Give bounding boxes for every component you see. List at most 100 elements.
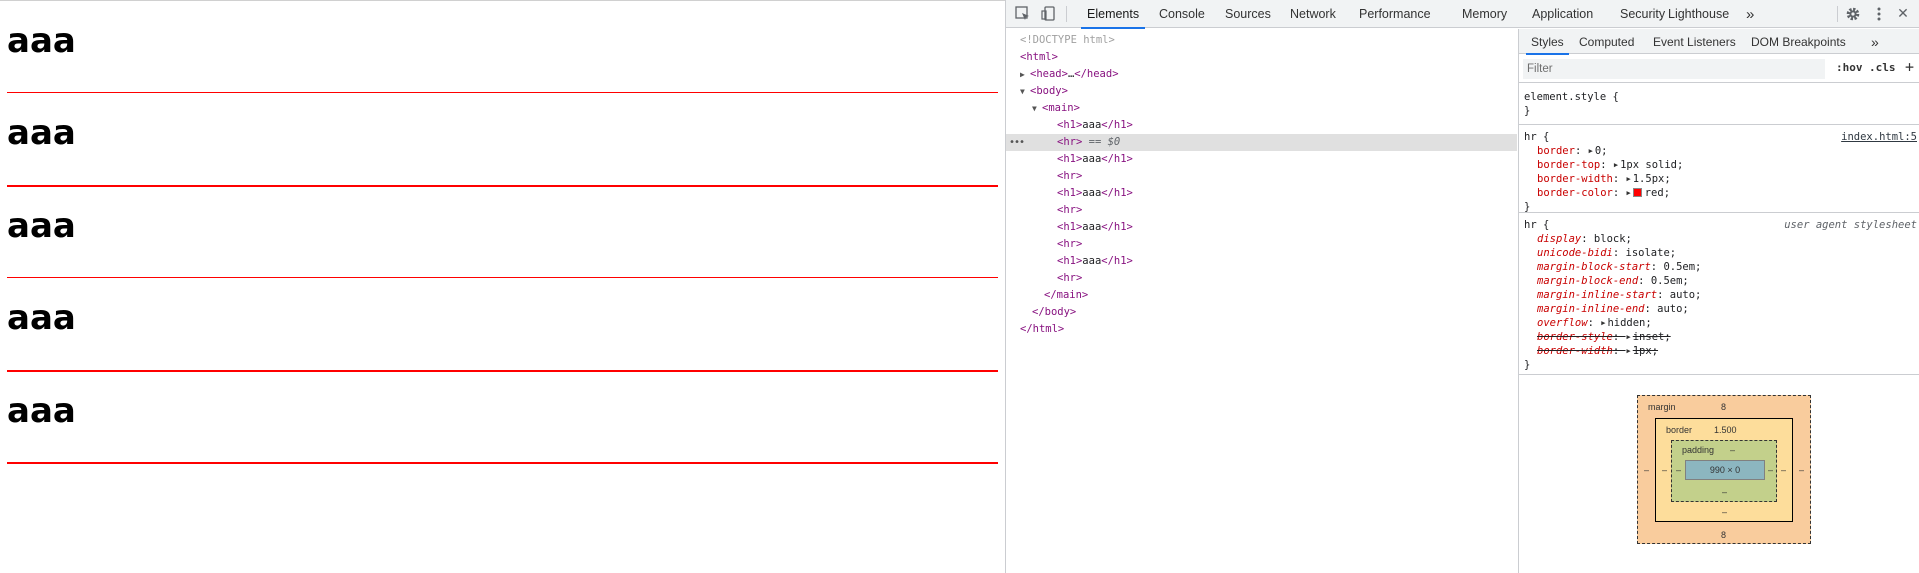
tab-performance[interactable]: Performance [1359, 0, 1431, 28]
tab-security[interactable]: Security [1620, 0, 1665, 28]
tab-elements[interactable]: Elements [1080, 0, 1146, 29]
declaration: overflow: ▶ hidden; [1537, 316, 1652, 330]
box-model-content[interactable]: 990 × 0 [1685, 460, 1765, 480]
selected-equals: == [1088, 136, 1102, 148]
tree-node-main-close[interactable]: </main> [1006, 287, 1517, 304]
tree-node-main[interactable]: ▼ <main> [1006, 100, 1517, 117]
tree-node-hr[interactable]: <hr> [1006, 270, 1517, 287]
property-value: 1px; [1632, 345, 1659, 357]
hr-tag: <hr> [1057, 136, 1083, 148]
box-model-padding[interactable]: padding – – – – 990 × 0 [1671, 440, 1777, 502]
tab-dom-breakpoints[interactable]: DOM Breakpoints [1751, 29, 1846, 54]
tab-event-listeners[interactable]: Event Listeners [1653, 29, 1736, 54]
class-toggle-button[interactable]: .cls [1869, 61, 1896, 74]
box-model-border[interactable]: border 1.500 – – – padding – – – – 990 ×… [1655, 418, 1793, 522]
padding-left-value[interactable]: – [1676, 465, 1681, 475]
margin-bottom-value[interactable]: 8 [1721, 530, 1726, 540]
h1-text: aaa [1082, 221, 1102, 233]
tree-node-h1[interactable]: <h1>aaa</h1> [1006, 117, 1517, 134]
collapse-triangle-icon[interactable]: ▼ [1032, 100, 1042, 117]
tree-node-h1[interactable]: <h1>aaa</h1> [1006, 151, 1517, 168]
padding-top-value[interactable]: – [1730, 445, 1735, 455]
margin-right-value[interactable]: – [1799, 465, 1804, 475]
tab-network[interactable]: Network [1290, 0, 1336, 28]
device-toolbar-icon[interactable] [1040, 5, 1058, 23]
tab-memory[interactable]: Memory [1462, 0, 1507, 28]
box-model-margin[interactable]: margin 8 8 – – border 1.500 – – – paddin… [1637, 395, 1811, 544]
expand-triangle-icon[interactable]: ▶ [1020, 66, 1030, 83]
tree-node-hr[interactable]: <hr> [1006, 236, 1517, 253]
padding-bottom-value[interactable]: – [1722, 487, 1727, 497]
rule-selector[interactable]: hr { [1524, 130, 1549, 144]
expand-triangle-icon[interactable]: ▶ [1627, 172, 1631, 186]
body-close-tag: </body> [1032, 306, 1077, 318]
declaration: margin-inline-start: auto; [1537, 289, 1702, 301]
h1-open-tag: <h1> [1057, 255, 1083, 267]
tree-node-h1[interactable]: <h1>aaa</h1> [1006, 253, 1517, 270]
property-value: auto; [1669, 289, 1702, 301]
expand-triangle-icon[interactable]: ▶ [1627, 186, 1631, 200]
tree-node-html-close[interactable]: </html> [1006, 321, 1517, 338]
tree-node-h1[interactable]: <h1>aaa</h1> [1006, 185, 1517, 202]
tab-lighthouse[interactable]: Lighthouse [1668, 0, 1729, 28]
tree-node-doctype[interactable]: <!DOCTYPE html> [1006, 32, 1517, 49]
declaration[interactable]: border-color: ▶ red; [1537, 186, 1670, 200]
expand-triangle-icon[interactable]: ▶ [1627, 344, 1631, 358]
rule-close-brace: } [1524, 105, 1531, 117]
border-top-value[interactable]: 1.500 [1714, 425, 1737, 435]
collapse-triangle-icon[interactable]: ▼ [1020, 83, 1030, 100]
declaration[interactable]: border-width: ▶ 1.5px; [1537, 172, 1671, 186]
tree-node-hr[interactable]: <hr> [1006, 168, 1517, 185]
styles-filter-bar: :hov .cls + [1519, 55, 1919, 83]
tree-node-hr-selected[interactable]: ••• <hr> == $0 [1006, 134, 1517, 151]
tab-computed[interactable]: Computed [1579, 29, 1634, 54]
color-swatch-icon[interactable] [1632, 188, 1642, 197]
preview-heading: aaa [7, 298, 76, 338]
expand-triangle-icon[interactable]: ▶ [1589, 144, 1593, 158]
rule-selector[interactable]: element.style { [1524, 90, 1619, 104]
margin-left-value[interactable]: – [1644, 465, 1649, 475]
property-name: border-style [1537, 331, 1613, 343]
expand-triangle-icon[interactable]: ▶ [1614, 158, 1618, 172]
preview-block: aaa [0, 278, 1005, 372]
expand-triangle-icon[interactable]: ▶ [1601, 316, 1605, 330]
h1-open-tag: <h1> [1057, 187, 1083, 199]
tree-node-hr[interactable]: <hr> [1006, 202, 1517, 219]
border-bottom-value[interactable]: – [1722, 507, 1727, 517]
filter-input[interactable] [1523, 59, 1825, 79]
property-name: margin-block-end [1537, 275, 1639, 287]
more-tabs-icon[interactable]: » [1746, 0, 1754, 28]
border-left-value[interactable]: – [1662, 465, 1667, 475]
kebab-menu-icon[interactable] [1870, 5, 1888, 23]
declaration[interactable]: border: ▶ 0; [1537, 144, 1607, 158]
expand-triangle-icon[interactable]: ▶ [1627, 330, 1631, 344]
tab-application[interactable]: Application [1532, 0, 1593, 28]
h1-close-tag: </h1> [1101, 221, 1133, 233]
margin-top-value[interactable]: 8 [1721, 402, 1726, 412]
tree-node-html[interactable]: <html> [1006, 49, 1517, 66]
tree-node-h1[interactable]: <h1>aaa</h1> [1006, 219, 1517, 236]
author-hr-rule: hr { index.html:5 border: ▶ 0; border-top… [1519, 125, 1919, 213]
declaration[interactable]: border-top: ▶ 1px solid; [1537, 158, 1683, 172]
hover-state-button[interactable]: :hov [1836, 61, 1863, 74]
inspect-element-icon[interactable] [1014, 5, 1032, 23]
border-right-value[interactable]: – [1781, 465, 1786, 475]
padding-right-value[interactable]: – [1768, 465, 1773, 475]
close-icon[interactable]: ✕ [1894, 4, 1912, 22]
more-tabs-icon[interactable]: » [1871, 29, 1879, 54]
property-value: hidden; [1607, 317, 1652, 329]
more-actions-icon[interactable]: ••• [1009, 134, 1025, 151]
declaration-overridden: border-style: ▶ inset; [1537, 330, 1671, 344]
tab-sources[interactable]: Sources [1225, 0, 1271, 28]
tree-node-body-close[interactable]: </body> [1006, 304, 1517, 321]
tab-styles[interactable]: Styles [1526, 29, 1569, 55]
tree-node-body[interactable]: ▼ <body> [1006, 83, 1517, 100]
tree-node-head[interactable]: ▶ <head>…</head> [1006, 66, 1517, 83]
rule-source-link[interactable]: index.html:5 [1841, 130, 1917, 144]
tab-console[interactable]: Console [1159, 0, 1205, 28]
devtools-tabbar: Elements Console Sources Network Perform… [1006, 0, 1919, 29]
h1-text: aaa [1082, 153, 1102, 165]
preview-block: aaa [0, 186, 1005, 278]
gear-icon[interactable] [1844, 5, 1862, 23]
add-rule-icon[interactable]: + [1905, 58, 1914, 76]
